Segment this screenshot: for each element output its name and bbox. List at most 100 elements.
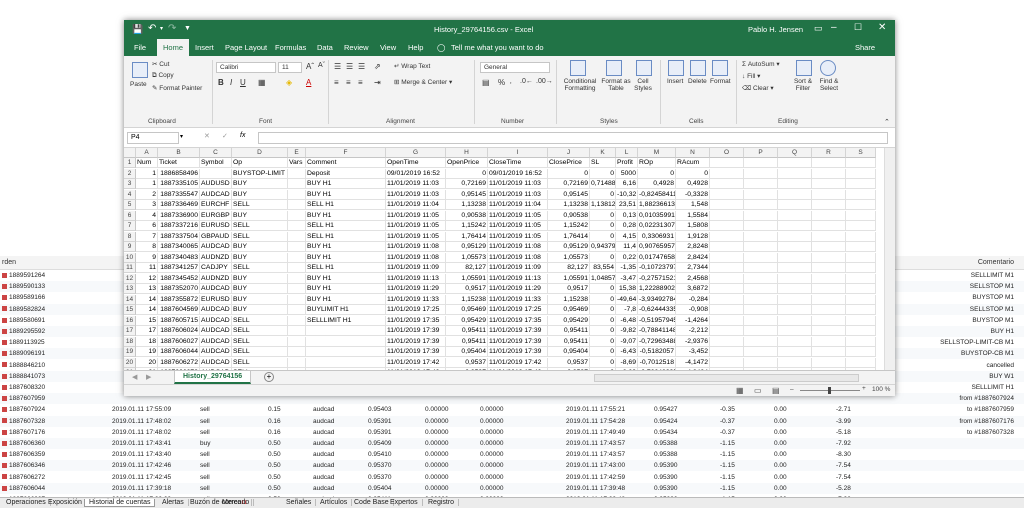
cell[interactable]: 0,95404: [446, 347, 488, 357]
cell[interactable]: 1887340483: [158, 252, 200, 263]
cell[interactable]: 0,95129: [548, 242, 590, 252]
delete-cells-icon[interactable]: [690, 60, 706, 76]
align-center-icon[interactable]: ≡: [346, 78, 351, 87]
cell[interactable]: SELL: [232, 357, 288, 368]
cell[interactable]: [778, 263, 812, 273]
cell[interactable]: 11/01/2019 11:13: [488, 273, 548, 284]
cell[interactable]: [846, 315, 876, 326]
cell[interactable]: [812, 168, 846, 179]
orientation-icon[interactable]: ⇗: [374, 62, 381, 71]
cell[interactable]: AUDCAD: [200, 284, 232, 294]
cell[interactable]: 11/01/2019 11:03: [488, 189, 548, 200]
cell[interactable]: 0: [590, 189, 616, 200]
cell[interactable]: -4,1472: [676, 357, 710, 368]
cell[interactable]: 0: [590, 221, 616, 231]
cell[interactable]: [288, 200, 306, 210]
cell[interactable]: -7,8: [616, 305, 638, 315]
cell[interactable]: -3,93492784: [638, 294, 676, 305]
cell[interactable]: BUY: [232, 189, 288, 200]
delete-cells-button[interactable]: Delete: [688, 78, 707, 85]
order-column-header[interactable]: rden: [2, 259, 16, 266]
tab-insert[interactable]: Insert: [195, 43, 214, 52]
tab-page-layout[interactable]: Page Layout: [225, 43, 267, 52]
cell[interactable]: [846, 221, 876, 231]
cell[interactable]: [778, 242, 812, 252]
cell[interactable]: 12: [136, 273, 158, 284]
cell[interactable]: -0,7012518: [638, 357, 676, 368]
cell[interactable]: 11/01/2019 17:35: [386, 315, 446, 326]
cell[interactable]: -0,51957945: [638, 315, 676, 326]
cell[interactable]: 0: [590, 357, 616, 368]
terminal-tab[interactable]: Registro: [424, 499, 460, 506]
cell[interactable]: [812, 305, 846, 315]
cell[interactable]: 0: [590, 231, 616, 242]
cell[interactable]: 15: [136, 315, 158, 326]
cell[interactable]: BUY: [232, 284, 288, 294]
cell[interactable]: 4: [136, 210, 158, 221]
cell[interactable]: [812, 326, 846, 336]
cell[interactable]: 11/01/2019 11:03: [386, 179, 446, 189]
cell[interactable]: 0,9517: [548, 284, 590, 294]
column-header-c[interactable]: C: [200, 148, 232, 158]
cell[interactable]: 09/01/2019 16:52: [386, 168, 446, 179]
cell[interactable]: 11/01/2019 11:05: [386, 221, 446, 231]
cell[interactable]: [744, 210, 778, 221]
cell[interactable]: 11/01/2019 17:25: [488, 305, 548, 315]
cell[interactable]: [812, 347, 846, 357]
cell[interactable]: 0,02231307: [638, 221, 676, 231]
cell[interactable]: [846, 336, 876, 347]
terminal-tab[interactable]: Exposición: [44, 499, 87, 506]
share-button[interactable]: Share: [855, 43, 875, 52]
cell[interactable]: AUDCAD: [200, 357, 232, 368]
accounting-format-icon[interactable]: ▤: [482, 78, 490, 87]
cell[interactable]: -0,78841148: [638, 326, 676, 336]
cell[interactable]: [812, 242, 846, 252]
cell[interactable]: BUY H1: [306, 273, 386, 284]
cell[interactable]: EURUSD: [200, 294, 232, 305]
cell[interactable]: 1,15242: [548, 221, 590, 231]
cell[interactable]: [288, 231, 306, 242]
cell[interactable]: 1,13238: [548, 200, 590, 210]
cell[interactable]: 1887340065: [158, 242, 200, 252]
cell[interactable]: 0,95411: [548, 336, 590, 347]
row-header[interactable]: 4: [124, 189, 136, 200]
cell[interactable]: [812, 189, 846, 200]
cell[interactable]: 11/01/2019 11:03: [386, 189, 446, 200]
cell[interactable]: SELL: [232, 231, 288, 242]
copy-button[interactable]: ⧉ Copy: [152, 72, 174, 80]
cell[interactable]: [744, 336, 778, 347]
cell[interactable]: [778, 357, 812, 368]
terminal-tab[interactable]: Señales: [282, 499, 317, 506]
cell[interactable]: -9,82: [616, 326, 638, 336]
cell[interactable]: CADJPY: [200, 263, 232, 273]
cell[interactable]: [846, 200, 876, 210]
decrease-font-icon[interactable]: Aˇ: [318, 62, 325, 69]
cell[interactable]: [846, 326, 876, 336]
cell[interactable]: SELL: [232, 263, 288, 273]
cell[interactable]: [846, 347, 876, 357]
cell[interactable]: BUY H1: [306, 242, 386, 252]
column-header-o[interactable]: O: [710, 148, 744, 158]
tab-data[interactable]: Data: [317, 43, 333, 52]
cell[interactable]: 1,88236613: [638, 200, 676, 210]
cell[interactable]: [744, 189, 778, 200]
cell[interactable]: 1,05591: [446, 273, 488, 284]
cell[interactable]: 11/01/2019 11:05: [488, 210, 548, 221]
cell[interactable]: 82,127: [548, 263, 590, 273]
cell[interactable]: OpenPrice: [446, 158, 488, 168]
cell[interactable]: [288, 357, 306, 368]
cell[interactable]: 1887606272: [158, 357, 200, 368]
cell[interactable]: [778, 273, 812, 284]
cell[interactable]: 11/01/2019 17:39: [386, 336, 446, 347]
row-header[interactable]: 7: [124, 221, 136, 231]
cell[interactable]: [812, 263, 846, 273]
cell[interactable]: 0,9517: [446, 284, 488, 294]
cell[interactable]: [778, 200, 812, 210]
cell[interactable]: [778, 189, 812, 200]
cell[interactable]: -3,47: [616, 273, 638, 284]
format-as-table-icon[interactable]: [606, 60, 622, 76]
cut-button[interactable]: ✂ Cut: [152, 60, 169, 68]
cell[interactable]: EURUSD: [200, 221, 232, 231]
cell[interactable]: [846, 179, 876, 189]
cell[interactable]: 0,90765957: [638, 242, 676, 252]
